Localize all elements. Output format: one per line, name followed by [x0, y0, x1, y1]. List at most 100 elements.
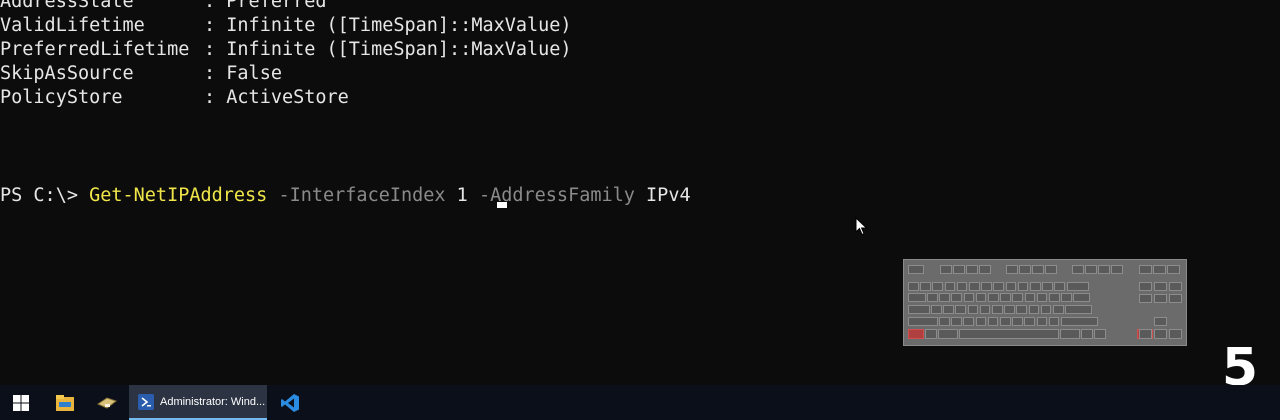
- output-value: Infinite ([TimeSpan]::MaxValue): [226, 39, 572, 60]
- key-nav11: [1154, 294, 1167, 303]
- key-sys1: [1153, 265, 1166, 274]
- key-nav01: [1154, 282, 1167, 291]
- key-shift-right: [1061, 317, 1098, 326]
- vscode-icon[interactable]: [275, 385, 305, 420]
- key-nav02: [1169, 282, 1182, 291]
- key-q4: [975, 293, 987, 302]
- key-a9: [1040, 305, 1052, 314]
- windows-start-icon[interactable]: [6, 385, 36, 420]
- key-caps: [908, 305, 930, 314]
- key-f1: [940, 265, 952, 274]
- key-q6: [1000, 293, 1011, 302]
- key-z8: [1036, 317, 1048, 326]
- keyboard-overlay: [903, 259, 1187, 346]
- output-line: ValidLifetime: Infinite ([TimeSpan]::Max…: [0, 15, 572, 36]
- key-q9: [1036, 293, 1048, 302]
- key-num12: [1054, 282, 1066, 291]
- argument-value: IPv4: [634, 185, 691, 206]
- key-tab: [908, 293, 926, 302]
- key-q10: [1049, 293, 1060, 302]
- key-q5: [988, 293, 999, 302]
- key-q8: [1024, 293, 1036, 302]
- key-shift-left: [908, 317, 938, 326]
- key-sys2: [1167, 265, 1180, 274]
- output-key: PolicyStore: [0, 87, 123, 108]
- key-num0: [908, 282, 919, 291]
- key-num10: [1030, 282, 1041, 291]
- output-key: ValidLifetime: [0, 15, 145, 36]
- key-a0: [931, 305, 942, 314]
- key-z2: [963, 317, 975, 326]
- output-line: SkipAsSource: False: [0, 63, 282, 84]
- key-arrow-left: [1139, 329, 1152, 339]
- output-value: False: [226, 63, 282, 84]
- key-nav10: [1139, 294, 1152, 303]
- key-z3: [975, 317, 987, 326]
- output-value: ActiveStore: [226, 87, 349, 108]
- key-z7: [1024, 317, 1036, 326]
- output-value: Infinite ([TimeSpan]::MaxValue): [226, 15, 572, 36]
- key-num1: [920, 282, 931, 291]
- key-a2: [955, 305, 967, 314]
- command-line[interactable]: PS C:\> Get-NetIPAddress -InterfaceIndex…: [0, 184, 691, 208]
- key-f7: [1032, 265, 1044, 274]
- key-f4: [979, 265, 991, 274]
- key-z1: [951, 317, 962, 326]
- key-num3: [944, 282, 956, 291]
- key-num7: [993, 282, 1005, 291]
- key-f11: [1098, 265, 1110, 274]
- key-arrow-up: [1154, 317, 1167, 326]
- key-f6: [1019, 265, 1031, 274]
- key-z0: [939, 317, 950, 326]
- key-num11: [1042, 282, 1053, 291]
- key-num6: [981, 282, 992, 291]
- key-alt-right: [1060, 329, 1080, 339]
- key-q2: [951, 293, 963, 302]
- key-z4: [987, 317, 999, 326]
- key-enter: [1065, 305, 1093, 314]
- file-explorer-icon[interactable]: [50, 385, 80, 420]
- key-ctrl-left: [908, 329, 924, 339]
- output-value: Preferred: [226, 0, 327, 12]
- key-f9: [1072, 265, 1084, 274]
- prompt-text: PS C:\>: [0, 185, 90, 206]
- key-q7: [1012, 293, 1024, 302]
- key-f2: [953, 265, 965, 274]
- key-num9: [1017, 282, 1029, 291]
- taskbar-app-label: Administrator: Wind...: [160, 395, 266, 408]
- key-nav12: [1169, 294, 1182, 303]
- argument-value: 1: [445, 185, 479, 206]
- key-num4: [956, 282, 968, 291]
- key-esc: [908, 265, 924, 274]
- key-arrow-right: [1169, 329, 1182, 339]
- key-f5: [1006, 265, 1018, 274]
- key-f3: [966, 265, 978, 274]
- key-q3: [963, 293, 975, 302]
- key-a1: [943, 305, 954, 314]
- usb-drive-icon[interactable]: [92, 385, 122, 420]
- key-space: [959, 329, 1059, 339]
- key-win-right: [1081, 329, 1093, 339]
- key-backspace: [1066, 282, 1089, 291]
- key-arrow-down: [1154, 329, 1167, 339]
- key-a5: [992, 305, 1003, 314]
- key-num2: [932, 282, 944, 291]
- parameter-name: -InterfaceIndex: [267, 185, 446, 206]
- key-f12: [1111, 265, 1123, 274]
- key-menu: [1094, 329, 1106, 339]
- key-num5: [969, 282, 980, 291]
- output-key: PreferredLifetime: [0, 39, 190, 60]
- output-line: PolicyStore: ActiveStore: [0, 87, 349, 108]
- key-win-left: [925, 329, 937, 339]
- key-a7: [1016, 305, 1028, 314]
- output-line: PreferredLifetime: Infinite ([TimeSpan]:…: [0, 39, 572, 60]
- text-cursor: [497, 202, 507, 208]
- key-sys0: [1139, 265, 1152, 274]
- powershell-icon: [138, 393, 154, 410]
- key-a10: [1053, 305, 1064, 314]
- taskbar-app-powershell[interactable]: Administrator: Wind...: [129, 385, 267, 420]
- key-f8: [1045, 265, 1057, 274]
- key-a6: [1004, 305, 1015, 314]
- key-backslash: [1073, 293, 1091, 302]
- key-q1: [939, 293, 950, 302]
